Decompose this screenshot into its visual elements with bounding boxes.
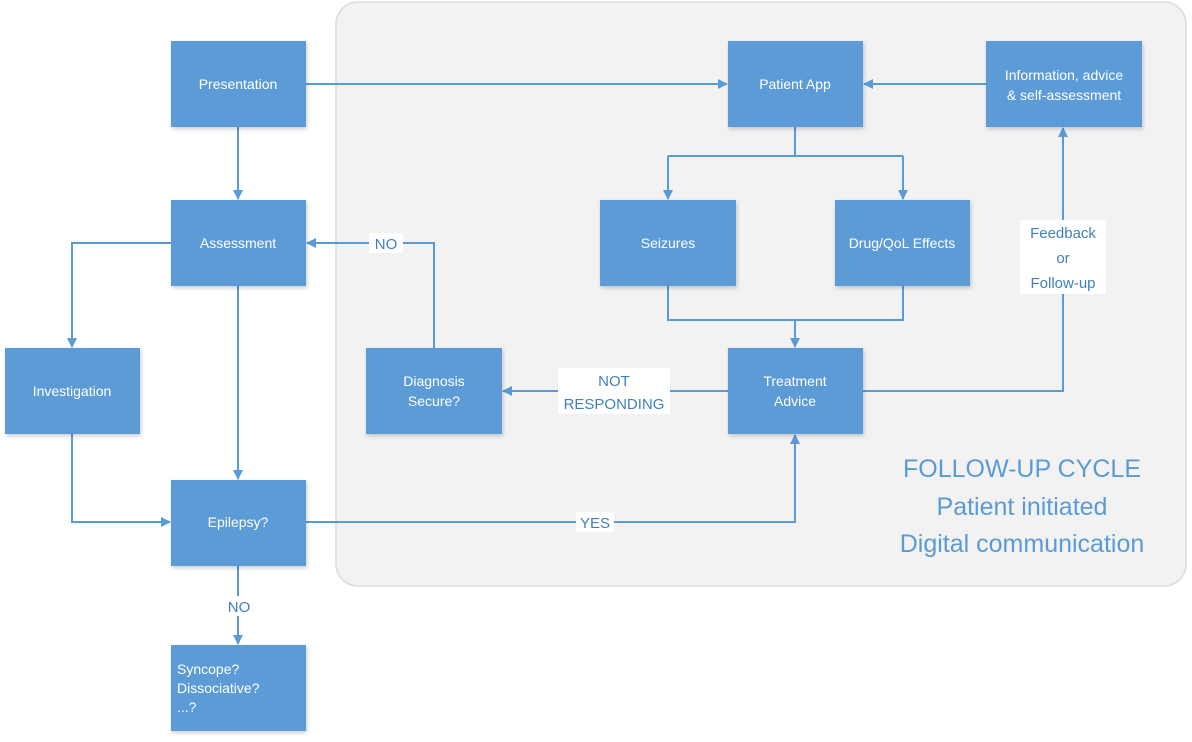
epilepsy-care-pathway-diagram: NO NO YES NOT RESPONDING Feedback or Fol… [5, 1, 1187, 731]
svg-text:Patient initiated: Patient initiated [937, 493, 1108, 521]
svg-text:Follow-up: Follow-up [1030, 275, 1095, 292]
node-diagnosis-secure: Diagnosis Secure? [366, 348, 502, 434]
svg-text:FOLLOW-UP CYCLE: FOLLOW-UP CYCLE [903, 455, 1141, 483]
node-patient-app: Patient App [728, 41, 863, 127]
svg-text:Assessment: Assessment [200, 235, 276, 251]
svg-text:NO: NO [375, 236, 398, 253]
svg-text:NOT: NOT [598, 373, 630, 390]
svg-text:Treatment: Treatment [763, 373, 826, 389]
svg-text:Information, advice: Information, advice [1005, 67, 1123, 83]
svg-text:or: or [1056, 250, 1069, 267]
edge-label-epilepsy-no: NO [222, 596, 256, 616]
edge-label-not-responding: NOT RESPONDING [558, 368, 670, 414]
edge-label-diagnosis-no: NO [369, 233, 403, 253]
svg-text:Patient App: Patient App [759, 76, 831, 92]
svg-text:...?: ...? [177, 699, 197, 715]
node-information: Information, advice & self-assessment [986, 41, 1142, 127]
svg-text:& self-assessment: & self-assessment [1007, 87, 1121, 103]
svg-text:Presentation: Presentation [199, 76, 278, 92]
node-syncope: Syncope? Dissociative? ...? [171, 645, 306, 731]
svg-text:Investigation: Investigation [33, 383, 112, 399]
svg-text:Seizures: Seizures [641, 235, 695, 251]
svg-text:Feedback: Feedback [1030, 225, 1096, 242]
node-presentation: Presentation [171, 41, 306, 127]
svg-text:Dissociative?: Dissociative? [177, 680, 260, 696]
svg-text:Digital communication: Digital communication [900, 530, 1145, 558]
svg-text:RESPONDING: RESPONDING [564, 396, 665, 413]
svg-text:Secure?: Secure? [408, 393, 460, 409]
edge-label-yes: YES [576, 512, 614, 532]
node-seizures: Seizures [600, 200, 736, 286]
svg-text:Drug/QoL Effects: Drug/QoL Effects [849, 235, 956, 251]
node-drug-qol: Drug/QoL Effects [835, 200, 970, 286]
edge-assessment-investigation [67, 242, 171, 348]
svg-text:NO: NO [228, 599, 251, 616]
node-investigation: Investigation [5, 348, 140, 434]
node-treatment-advice: Treatment Advice [728, 348, 863, 434]
svg-text:Diagnosis: Diagnosis [403, 373, 464, 389]
node-epilepsy: Epilepsy? [171, 480, 306, 566]
svg-text:Syncope?: Syncope? [177, 661, 239, 677]
edge-investigation-epilepsy [71, 434, 171, 527]
edge-label-feedback: Feedback or Follow-up [1020, 220, 1106, 294]
svg-text:Epilepsy?: Epilepsy? [208, 514, 269, 530]
node-assessment: Assessment [171, 200, 306, 286]
svg-text:Advice: Advice [774, 393, 816, 409]
svg-text:YES: YES [580, 515, 610, 532]
